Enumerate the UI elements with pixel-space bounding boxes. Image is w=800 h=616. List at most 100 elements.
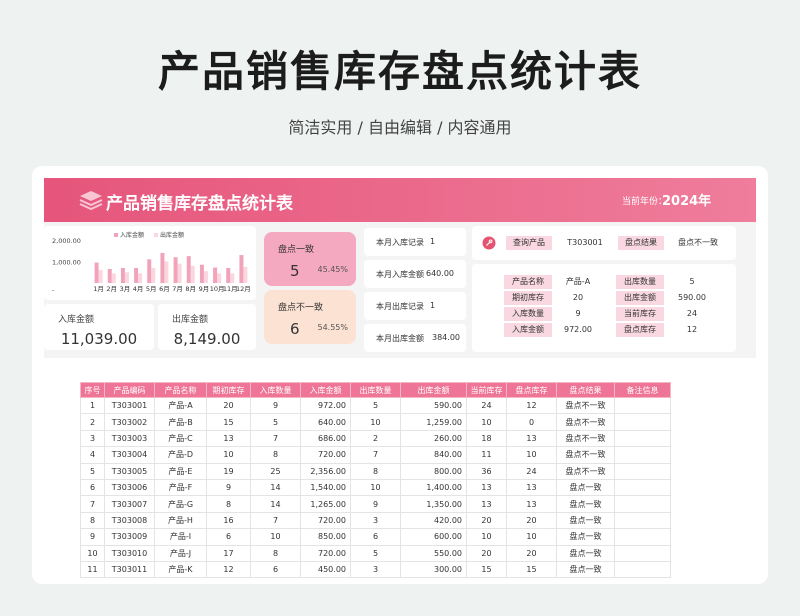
table-row: 2 T303002 产品-B 15 5 640.00 10 1,259.00 10 0 盘点不一致 <box>80 413 671 431</box>
table-cell: 36 <box>466 462 507 480</box>
inventory-table-panel: 序号 产品编码 产品名称 期初库存 入库数量 入库金额 出库数量 出库金额 当前库存 盘点库存 盘点… <box>44 358 756 584</box>
table-cell: 19 <box>206 462 251 480</box>
table-cell: 盘点一致 <box>556 511 615 530</box>
y-tick-label: 2,000.00 <box>52 237 81 245</box>
table-cell: 7 <box>250 429 301 448</box>
table-cell: T303009 <box>104 528 155 546</box>
x-tick-label: 3月 <box>120 285 131 293</box>
legend-swatch <box>114 233 118 237</box>
table-cell: 10 <box>206 446 251 464</box>
table-cell: 600.00 <box>400 528 467 546</box>
search-icon[interactable] <box>482 236 496 250</box>
table-cell <box>614 478 671 497</box>
bar-in <box>186 256 191 283</box>
table-cell: 972.00 <box>300 396 351 415</box>
dashboard-inner: 产品销售库存盘点统计表 当前年份： 2024年 2,000.00 1,000.00… <box>44 178 756 584</box>
bar-in <box>239 255 244 283</box>
detail-key: 盘点库存 <box>616 323 664 337</box>
detail-value: 5 <box>689 277 695 286</box>
table-cell: 10 <box>350 478 401 497</box>
detail-value: 24 <box>686 309 698 318</box>
table-cell: 720.00 <box>300 544 351 562</box>
table-cell: 盘点不一致 <box>556 413 615 431</box>
table-cell: 3 <box>350 560 401 579</box>
column-header: 产品编码 <box>104 382 155 398</box>
table-cell: 17 <box>206 544 251 562</box>
bar-in <box>199 264 204 283</box>
table-cell: 2 <box>80 413 105 431</box>
record-label: 本月出库金额 <box>376 334 424 343</box>
x-tick-label: 7月 <box>172 285 183 293</box>
query-product-input[interactable]: T303001 <box>556 236 614 250</box>
table-cell: 6 <box>350 528 401 546</box>
table-cell: 20 <box>466 544 507 562</box>
bar-out <box>124 272 129 283</box>
table-cell <box>614 396 671 415</box>
record-out-amount: 本月出库金额 384.00 <box>364 324 466 352</box>
table-cell: 14 <box>250 495 301 513</box>
bar-in <box>173 257 178 283</box>
table-cell: 20 <box>506 511 557 530</box>
table-cell: 13 <box>506 429 557 448</box>
table-cell: 12 <box>506 396 557 415</box>
table-cell: 11 <box>80 560 105 579</box>
table-cell: T303011 <box>104 560 155 579</box>
table-cell: 7 <box>350 446 401 464</box>
column-header: 出库金额 <box>400 382 467 398</box>
detail-key: 出库数量 <box>616 275 664 289</box>
table-cell: 9 <box>350 495 401 513</box>
column-header: 入库金额 <box>300 382 351 398</box>
table-cell: 9 <box>80 528 105 546</box>
table-cell <box>614 462 671 480</box>
table-cell <box>614 429 671 448</box>
table-cell: 产品-G <box>154 495 207 513</box>
check-bad-card: 盘点不一致 6 54.55% <box>264 290 356 344</box>
table-cell: 6 <box>250 560 301 579</box>
detail-value: 12 <box>686 325 698 334</box>
table-cell: 9 <box>250 396 301 415</box>
table-cell <box>614 511 671 530</box>
table-cell: 8 <box>350 462 401 480</box>
x-tick-label: 6月 <box>159 285 170 293</box>
table-cell: 10 <box>506 446 557 464</box>
table-cell: 13 <box>466 478 507 497</box>
table-cell: 20 <box>206 396 251 415</box>
table-cell: 18 <box>466 429 507 448</box>
detail-key: 出库金额 <box>616 291 664 305</box>
table-cell: 1,350.00 <box>400 495 467 513</box>
table-cell: 2,356.00 <box>300 462 351 480</box>
bar-in <box>94 262 99 283</box>
year-value: 2024年 <box>662 194 712 209</box>
out-amount-value: 8,149.00 <box>173 330 241 348</box>
table-cell: 0 <box>506 413 557 431</box>
table-cell: 9 <box>206 478 251 497</box>
page-title: 产品销售库存盘点统计表 <box>157 47 642 96</box>
x-tick-label: 2月 <box>106 285 117 293</box>
table-cell: 5 <box>350 544 401 562</box>
table-cell: T303004 <box>104 446 155 464</box>
table-cell: 盘点不一致 <box>556 429 615 448</box>
detail-value: 590.00 <box>678 293 706 302</box>
table-cell: 11 <box>466 446 507 464</box>
table-cell: 10 <box>350 413 401 431</box>
bar-in <box>120 267 125 283</box>
legend-label: 入库金额 <box>120 231 144 239</box>
check-bad-label: 盘点不一致 <box>278 303 324 313</box>
check-bad-pct: 54.55% <box>317 323 348 332</box>
query-result-value: 盘点不一致 <box>678 238 718 247</box>
record-label: 本月出库记录 <box>376 302 424 311</box>
detail-key: 入库金额 <box>504 323 552 337</box>
table-cell: 14 <box>250 478 301 497</box>
in-amount-card: 入库金额 11,039.00 <box>44 304 154 350</box>
table-row: 1 T303001 产品-A 20 9 972.00 5 590.00 24 12 盘点不一致 <box>80 396 671 415</box>
bar-out <box>98 270 103 283</box>
bar-out <box>111 273 116 283</box>
record-value: 1 <box>430 301 436 310</box>
table-cell: 盘点不一致 <box>556 446 615 464</box>
table-cell: 10 <box>80 544 105 562</box>
table-cell: 产品-H <box>154 511 207 530</box>
x-tick-label: 8月 <box>185 285 196 293</box>
record-value: 1 <box>430 237 436 246</box>
table-cell: 12 <box>206 560 251 579</box>
table-cell: T303010 <box>104 544 155 562</box>
